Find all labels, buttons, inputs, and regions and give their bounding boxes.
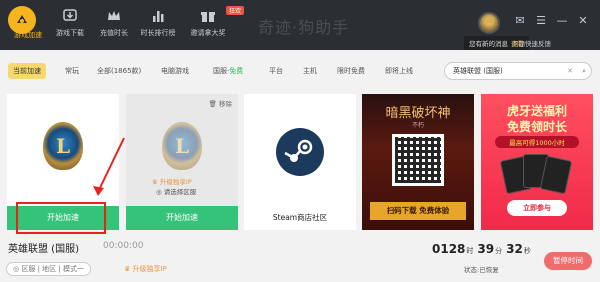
pause-time-button[interactable]: 暂停时间 [544, 252, 592, 270]
region-pill-label: 区服 | 地区 | 模式一 [21, 265, 84, 273]
remaining-time: 0128时 39分 32秒 [432, 242, 535, 256]
status-text: 状态:已恢复 [464, 266, 499, 274]
elapsed-time: 00:00:00 [103, 241, 144, 251]
seconds-unit: 秒 [523, 247, 531, 255]
vip-upgrade-label: 升级独享IP [132, 265, 167, 273]
annotation-arrow [93, 137, 125, 196]
timer-days: 0128 [432, 242, 466, 256]
timer-minutes: 39 [477, 242, 495, 256]
timer-seconds: 32 [506, 242, 523, 256]
current-game-name: 英雄联盟 (国服) [8, 244, 79, 255]
vip-upgrade-link[interactable]: ♛ 升级独享IP [124, 264, 167, 274]
region-mode-pill[interactable]: ◎ 区服 | 地区 | 模式一 [6, 262, 91, 276]
days-unit: 时 [466, 247, 474, 255]
annotation-box [16, 202, 106, 234]
minutes-unit: 分 [495, 247, 503, 255]
